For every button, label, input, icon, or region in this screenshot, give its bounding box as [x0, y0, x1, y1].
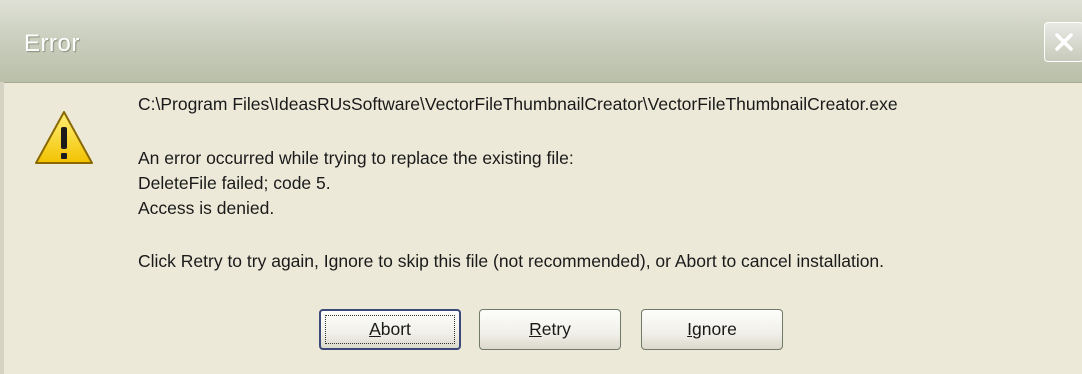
instructions-text: Click Retry to try again, Ignore to skip…: [138, 251, 885, 271]
error-code-line: DeleteFile failed; code 5.: [138, 173, 331, 193]
ignore-button[interactable]: Ignore: [641, 309, 783, 350]
close-button[interactable]: [1044, 22, 1082, 62]
window-title: Error: [24, 30, 80, 57]
ignore-label: gnore: [692, 319, 737, 339]
close-icon: [1055, 33, 1073, 51]
warning-triangle-icon: [35, 111, 93, 164]
retry-accelerator: R: [529, 319, 542, 339]
retry-button[interactable]: Retry: [479, 309, 621, 350]
window-frame-left: [0, 82, 4, 374]
access-denied-line: Access is denied.: [138, 198, 275, 218]
focus-rectangle: [325, 315, 455, 344]
file-path-text: C:\Program Files\IdeasRUsSoftware\Vector…: [138, 94, 898, 114]
error-message-line: An error occurred while trying to replac…: [138, 148, 574, 168]
abort-button[interactable]: Abort: [319, 309, 461, 350]
retry-label: etry: [541, 319, 571, 339]
title-bar[interactable]: Error: [0, 0, 1082, 83]
